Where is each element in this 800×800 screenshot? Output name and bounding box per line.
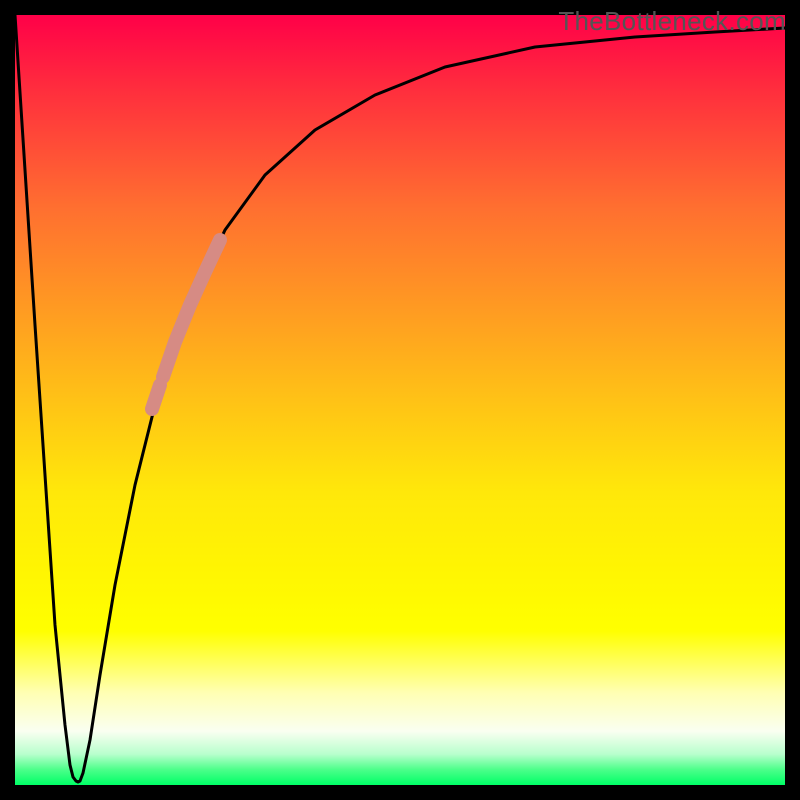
watermark-label: TheBottleneck.com bbox=[558, 6, 786, 37]
plot-area bbox=[15, 15, 785, 785]
highlight-segment bbox=[163, 240, 220, 377]
highlight-dot bbox=[152, 385, 160, 409]
chart-container: TheBottleneck.com bbox=[0, 0, 800, 800]
curve-layer bbox=[15, 15, 785, 785]
main-curve bbox=[15, 15, 785, 782]
